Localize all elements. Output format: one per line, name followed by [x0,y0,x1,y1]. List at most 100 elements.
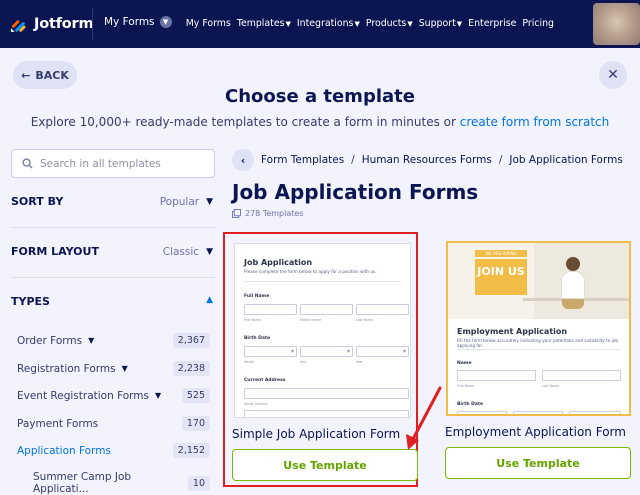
search-icon [22,158,33,169]
preview-caption: Middle Name [300,318,321,322]
banner-small-text: WE ARE HIRING [475,250,527,257]
template-count-text: 278 Templates [245,209,304,218]
nav-products[interactable]: Products▼ [366,18,413,29]
hero-person-body [561,271,585,299]
close-icon: ✕ [607,67,619,83]
nav-label: My Forms [185,18,231,29]
preview-field [513,411,563,414]
preview-divider [244,281,401,282]
jotform-logo[interactable]: Jotform [10,14,94,33]
template-card-employment-application[interactable]: WE ARE HIRING JOIN US Employment Applica… [444,232,639,487]
nav-templates[interactable]: Templates▼ [237,18,291,29]
sort-by-select[interactable]: Popular ▼ [160,196,213,208]
category-label: Order Forms [17,334,83,347]
preview-caption: Street Address [244,402,268,406]
nav-support[interactable]: Support▼ [419,18,462,29]
nav-pricing[interactable]: Pricing [522,18,554,29]
category-label: Event Registration Forms [17,389,149,402]
search-input[interactable] [40,157,210,170]
use-template-button[interactable]: Use Template [445,447,631,479]
close-button[interactable]: ✕ [599,61,627,89]
logo-text: Jotform [34,15,94,32]
category-count: 2,367 [172,333,210,348]
category-order-forms[interactable]: Order Forms ▼ 2,367 [17,333,210,348]
use-template-button[interactable]: Use Template [232,449,418,481]
preview-subtitle: Fill the form below accurately indicatin… [457,338,619,348]
template-preview[interactable]: WE ARE HIRING JOIN US Employment Applica… [446,241,631,416]
page-title: Choose a template [225,86,415,107]
preview-select [300,346,353,357]
template-search [11,149,215,178]
chevron-down-icon: ▼ [407,20,413,28]
category-registration-forms[interactable]: Registration Forms ▼ 2,238 [17,361,210,376]
sort-by-value: Popular [159,195,200,208]
chevron-down-icon: ▼ [285,20,291,28]
preview-field [569,411,621,414]
category-application-forms[interactable]: Application Forms 2,152 [17,443,210,458]
back-button[interactable]: ← BACK [13,61,77,89]
chevron-down-icon: ▼ [155,391,162,400]
subcategory-summer-camp-job-application[interactable]: Summer Camp Job Applicati... 10 [33,471,210,495]
category-label: Registration Forms [17,362,116,375]
form-layout-select[interactable]: Classic ▼ [163,246,213,258]
top-navigation-bar: Jotform My Forms ▼ My Forms Templates▼ I… [0,0,640,48]
template-card-simple-job-application[interactable]: Job Application Please complete the form… [223,232,418,487]
preview-label: Current Address [244,378,286,383]
nav-enterprise[interactable]: Enterprise [468,18,516,29]
category-label: Payment Forms [17,417,99,430]
preview-title: Employment Application [457,327,568,336]
preview-caption: Day [300,360,307,364]
preview-select [356,346,409,357]
form-layout-label: FORM LAYOUT [11,245,99,258]
preview-label: Birth Date [244,336,271,341]
form-layout-filter[interactable]: FORM LAYOUT Classic ▼ [11,245,213,258]
nav-integrations[interactable]: Integrations▼ [297,18,360,29]
preview-caption: Last Name [356,318,374,322]
preview-label: Name [457,361,472,366]
nav-label: Templates [236,18,285,29]
category-label: Summer Camp Job Applicati... [33,471,132,495]
chevron-up-icon: ▲ [206,295,213,305]
breadcrumb-back-button[interactable]: ‹ [232,149,254,171]
preview-caption: Month [244,360,254,364]
breadcrumb-human-resources[interactable]: Human Resources Forms [362,154,492,166]
back-label: BACK [35,68,69,82]
preview-field [457,411,507,414]
card-title[interactable]: Simple Job Application Form [232,427,400,441]
category-payment-forms[interactable]: Payment Forms 170 [17,416,210,431]
breadcrumb-form-templates[interactable]: Form Templates [261,154,344,166]
types-label: TYPES [11,295,50,308]
chevron-down-icon: ▼ [354,20,360,28]
sidebar-divider [11,277,215,278]
hero-person-head [566,257,580,271]
header-divider [92,8,93,40]
sort-by-filter[interactable]: SORT BY Popular ▼ [11,195,213,208]
banner-text: JOIN US [477,265,525,278]
nav-my-forms[interactable]: My Forms [186,18,231,29]
category-event-registration-forms[interactable]: Event Registration Forms ▼ 525 [17,388,210,403]
preview-caption: First Name [244,318,262,322]
card-title[interactable]: Employment Application Form [445,425,626,439]
nav-label: Support [418,18,456,29]
breadcrumb-job-application[interactable]: Job Application Forms [509,154,622,166]
preview-divider [457,349,620,350]
chevron-down-icon: ▼ [206,196,213,207]
template-preview[interactable]: Job Application Please complete the form… [234,243,411,418]
preview-caption: First Name [457,384,475,388]
category-count: 2,238 [172,361,210,376]
chevron-down-icon: ▼ [121,364,128,373]
chevron-down-icon: ▼ [206,246,213,257]
breadcrumb: Form Templates / Human Resources Forms /… [261,154,623,166]
nav-label: Products [365,18,407,29]
preview-field [542,370,621,381]
preview-label: Full Name [244,294,270,299]
user-avatar[interactable] [593,3,640,45]
template-count: 278 Templates [232,209,303,218]
sort-by-label: SORT BY [11,195,64,208]
preview-field [300,304,353,315]
create-from-scratch-link[interactable]: create form from scratch [460,115,609,129]
category-count: 2,152 [172,443,210,458]
chevron-left-icon: ‹ [240,153,246,167]
my-forms-switcher[interactable]: My Forms ▼ [104,16,172,28]
types-section-header[interactable]: TYPES ▲ [11,295,213,308]
